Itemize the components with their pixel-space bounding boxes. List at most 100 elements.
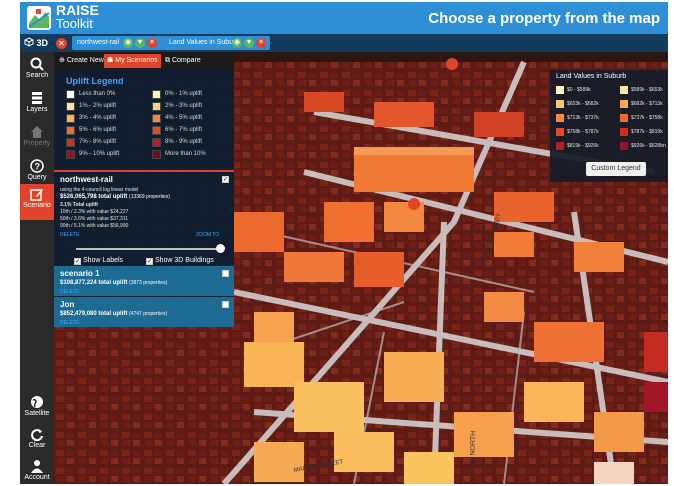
visibility-eye-icon[interactable]: ◉ bbox=[123, 38, 133, 48]
search-icon bbox=[30, 57, 44, 71]
legend-label: 1% - 2% uplift bbox=[79, 103, 117, 109]
close-layer-icon[interactable]: ✕ bbox=[147, 38, 157, 48]
app-subtitle: Toolkit bbox=[56, 16, 93, 31]
search-tool-label: Search bbox=[25, 72, 49, 79]
account-tool[interactable]: Account bbox=[20, 456, 54, 484]
legend-label: More than 10% bbox=[165, 151, 206, 157]
legend-label: $0 - $589k bbox=[567, 87, 591, 93]
scenario-p50: 50th / 3.6% with value $37,311 bbox=[60, 216, 129, 222]
land-value-item: $787k - $819k bbox=[620, 128, 663, 136]
legend-label: $653k - $682k bbox=[567, 101, 599, 107]
close-layer-icon[interactable]: ✕ bbox=[256, 38, 266, 48]
scenario-title: scenario 1 bbox=[60, 269, 100, 278]
scenario-p10: 10th / 2.3% with value $24,227 bbox=[60, 209, 129, 215]
scenario-card[interactable]: Jon $852,479,080 total uplift (4747 prop… bbox=[54, 297, 234, 327]
uplift-legend-item: 9% - 10% uplift bbox=[66, 150, 119, 159]
legend-swatch bbox=[620, 128, 628, 136]
legend-swatch bbox=[556, 128, 564, 136]
legend-swatch bbox=[620, 86, 628, 94]
close-view-button[interactable]: ✕ bbox=[56, 38, 67, 49]
tab-my-scenarios[interactable]: ☗ My Scenarios bbox=[104, 54, 161, 68]
scenario-total-count: (3873 properties) bbox=[129, 280, 168, 286]
legend-swatch bbox=[66, 126, 75, 135]
visibility-eye-icon[interactable]: ◉ bbox=[232, 38, 242, 48]
scenario-tool[interactable]: Scenario bbox=[20, 184, 54, 220]
opacity-slider-track[interactable] bbox=[76, 248, 218, 250]
legend-label: 5% - 6% uplift bbox=[79, 127, 117, 133]
panel-tabs: ⊕ Create New ☗ My Scenarios ⧉ Compare bbox=[54, 52, 234, 70]
satellite-tool[interactable]: Satellite bbox=[20, 392, 54, 428]
view-mode-toggle[interactable]: 3D bbox=[24, 36, 48, 50]
legend-swatch bbox=[152, 138, 161, 147]
legend-swatch bbox=[66, 138, 75, 147]
land-value-item: $737k - $758k bbox=[620, 114, 663, 122]
legend-swatch bbox=[66, 150, 75, 159]
delete-link[interactable]: DELETE bbox=[60, 320, 79, 326]
clear-tool-label: Clear bbox=[28, 442, 46, 449]
filter-icon[interactable]: ▼ bbox=[135, 38, 145, 48]
tab-create-new[interactable]: ⊕ Create New bbox=[56, 54, 107, 68]
legend-swatch bbox=[66, 114, 75, 123]
user-icon bbox=[31, 460, 43, 473]
layer-tabbar: 3D ✕ northwest-rail ◉ ▼ ✕ Land Values in… bbox=[20, 34, 668, 52]
legend-swatch bbox=[152, 126, 161, 135]
legend-label: 7% - 8% uplift bbox=[79, 139, 117, 145]
uplift-legend-item: 4% - 5% uplift bbox=[152, 114, 202, 123]
uplift-legend-item: 2% - 3% uplift bbox=[152, 102, 202, 111]
compare-icon: ⧉ bbox=[165, 57, 172, 64]
legend-swatch bbox=[620, 100, 628, 108]
opacity-slider-handle[interactable] bbox=[216, 244, 225, 253]
search-tool[interactable]: Search bbox=[20, 54, 54, 90]
land-values-legend: Land Values in Suburb ⊟ $0 - $589k$589k … bbox=[550, 70, 668, 182]
land-value-item: $926k - $628bn bbox=[620, 142, 666, 150]
legend-label: 4% - 5% uplift bbox=[165, 115, 203, 121]
tab-label: Create New bbox=[66, 57, 104, 64]
show-3d-option[interactable]: ✓ Show 3D Buildings bbox=[146, 256, 214, 265]
left-toolbar: Search Layers Property ? Query Scenario … bbox=[20, 52, 54, 484]
view-mode-label: 3D bbox=[36, 38, 49, 48]
scenario-checkbox[interactable]: ✓ bbox=[222, 176, 229, 183]
clear-tool[interactable]: Clear bbox=[20, 424, 54, 460]
legend-label: 3% - 4% uplift bbox=[79, 115, 117, 121]
legend-swatch bbox=[152, 102, 161, 111]
property-tool[interactable]: Property bbox=[20, 122, 54, 158]
legend-label: $713k - $737k bbox=[567, 115, 599, 121]
land-value-item: $653k - $682k bbox=[556, 100, 599, 108]
cube-icon bbox=[24, 37, 34, 47]
layer-chip-label: Land Values in Suburb bbox=[169, 39, 240, 46]
tab-label: Compare bbox=[171, 57, 201, 64]
layer-chip-land-values[interactable]: Land Values in Suburb bbox=[164, 36, 270, 50]
show-labels-option[interactable]: ✓ Show Labels bbox=[74, 256, 123, 265]
legend-label: $589k - $653k bbox=[631, 87, 663, 93]
scenario-card[interactable]: scenario 1 $108,877,224 total uplift (38… bbox=[54, 266, 234, 296]
land-value-item: $819k - $926k bbox=[556, 142, 599, 150]
legend-label: 8% - 9% uplift bbox=[165, 139, 203, 145]
uplift-legend-title: Uplift Legend bbox=[66, 76, 124, 86]
uplift-legend-item: 8% - 9% uplift bbox=[152, 138, 202, 147]
scenario-total-value: $526,065,798 total uplift bbox=[60, 194, 128, 200]
show-3d-checkbox[interactable]: ✓ bbox=[146, 258, 153, 265]
land-value-item: $589k - $653k bbox=[620, 86, 663, 94]
scenario-checkbox[interactable] bbox=[222, 270, 229, 277]
uplift-legend-item: 1% - 2% uplift bbox=[66, 102, 116, 111]
legend-label: $926k - $628bn bbox=[631, 143, 666, 149]
zoom-to-link[interactable]: ZOOM TO bbox=[196, 232, 219, 238]
delete-link[interactable]: DELETE bbox=[60, 232, 79, 238]
svg-text:?: ? bbox=[35, 162, 41, 172]
scenario-total-count: (4747 properties) bbox=[129, 311, 168, 317]
legend-swatch bbox=[556, 86, 564, 94]
uplift-legend-item: 3% - 4% uplift bbox=[66, 114, 116, 123]
account-tool-label: Account bbox=[24, 474, 50, 481]
land-values-title: Land Values in Suburb bbox=[556, 73, 627, 80]
filter-icon[interactable]: ▼ bbox=[244, 38, 254, 48]
layers-tool-label: Layers bbox=[26, 106, 48, 113]
legend-swatch bbox=[66, 102, 75, 111]
tab-compare[interactable]: ⧉ Compare bbox=[162, 54, 204, 68]
delete-link[interactable]: DELETE bbox=[60, 289, 79, 295]
show-labels-checkbox[interactable]: ✓ bbox=[74, 258, 81, 265]
page-title: Choose a property from the map bbox=[428, 10, 660, 27]
scenario-checkbox[interactable] bbox=[222, 301, 229, 308]
custom-legend-button[interactable]: Custom Legend bbox=[586, 162, 646, 176]
legend-swatch bbox=[620, 142, 628, 150]
layers-tool[interactable]: Layers bbox=[20, 88, 54, 124]
